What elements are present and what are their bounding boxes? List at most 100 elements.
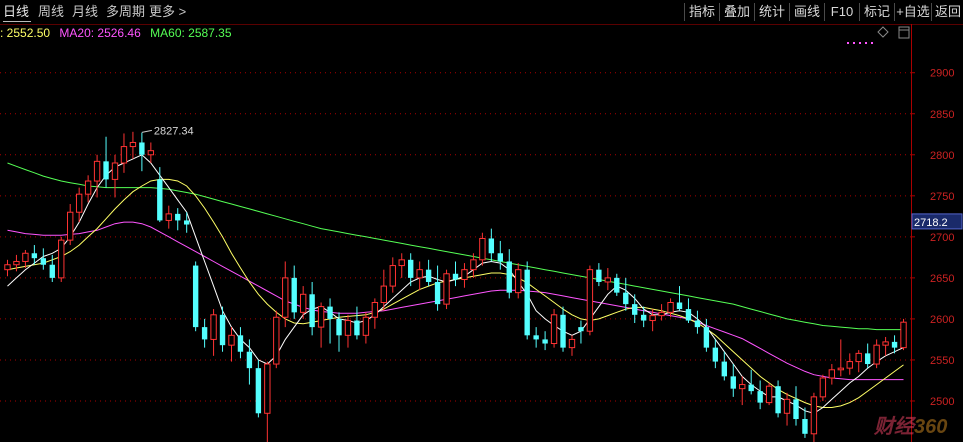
candle-body bbox=[765, 385, 773, 404]
candle bbox=[864, 343, 871, 369]
y-tick-label: 2700 bbox=[930, 232, 954, 244]
candle bbox=[228, 327, 235, 362]
candle bbox=[506, 249, 512, 299]
candle bbox=[434, 265, 441, 311]
candle bbox=[568, 335, 576, 356]
candle-body bbox=[389, 265, 396, 287]
candle bbox=[201, 318, 208, 348]
candle bbox=[317, 302, 325, 348]
candle-body bbox=[568, 338, 576, 349]
candle bbox=[129, 131, 137, 159]
candle-body bbox=[470, 259, 477, 271]
candle-body bbox=[111, 162, 119, 180]
candle-body bbox=[22, 252, 29, 262]
y-axis: 2500 2550 2600 2650 2700 2750 2800 2850 2900 2718… bbox=[911, 24, 963, 442]
candle-body bbox=[192, 265, 199, 328]
watermark-logo: 财经360 bbox=[874, 410, 947, 439]
candle-body bbox=[443, 273, 450, 305]
candlestick-chart[interactable]: 2827.342440.91 2500255026002650270027502… bbox=[0, 0, 963, 442]
candle bbox=[703, 318, 710, 352]
y-tick-label: 2650 bbox=[930, 273, 954, 285]
candle bbox=[676, 286, 683, 311]
candle-body bbox=[712, 347, 719, 362]
candle-body bbox=[855, 352, 862, 363]
candle-body bbox=[596, 269, 602, 282]
candle-body bbox=[793, 399, 799, 420]
candle bbox=[775, 380, 781, 418]
candle-body bbox=[757, 391, 763, 403]
ma20-line bbox=[7, 221, 904, 381]
candle-body bbox=[264, 363, 271, 414]
candle-body bbox=[461, 269, 468, 281]
candle bbox=[237, 327, 244, 359]
candle-body bbox=[219, 314, 226, 346]
candle-body bbox=[604, 277, 612, 283]
candle bbox=[416, 261, 423, 291]
candle bbox=[685, 298, 692, 324]
candle bbox=[721, 351, 727, 381]
candle bbox=[748, 369, 754, 395]
candle-body bbox=[398, 259, 405, 267]
candle bbox=[309, 281, 315, 336]
annotation-label: 2827.34 bbox=[154, 125, 194, 137]
candle bbox=[273, 310, 280, 369]
candle bbox=[560, 306, 566, 352]
y-tick-label: 2900 bbox=[930, 68, 954, 80]
candle bbox=[497, 240, 503, 270]
candle-body bbox=[452, 273, 459, 280]
candle-body bbox=[497, 253, 503, 262]
candle bbox=[389, 257, 396, 293]
window-icon bbox=[898, 26, 910, 39]
candle bbox=[542, 331, 548, 351]
candle-body bbox=[864, 353, 871, 365]
candle-body bbox=[694, 320, 701, 328]
candle bbox=[604, 268, 612, 291]
candle bbox=[75, 187, 83, 223]
candle bbox=[354, 306, 360, 340]
candle bbox=[524, 261, 530, 340]
candle-body bbox=[828, 369, 836, 379]
marker-dot bbox=[865, 42, 867, 44]
candle bbox=[828, 364, 836, 385]
candle bbox=[614, 273, 620, 296]
candle bbox=[120, 133, 128, 173]
candle-body bbox=[586, 269, 594, 332]
marker-dot bbox=[871, 42, 873, 44]
candle-body bbox=[157, 179, 163, 221]
candle-body bbox=[721, 361, 727, 377]
candle-body bbox=[649, 315, 656, 322]
candle-body bbox=[255, 368, 262, 414]
candle-body bbox=[84, 180, 92, 195]
candle bbox=[640, 306, 647, 328]
candle bbox=[84, 175, 92, 203]
candle-body bbox=[703, 327, 710, 348]
candle-body bbox=[515, 269, 522, 294]
candle-body bbox=[506, 261, 512, 293]
marker-dot bbox=[853, 42, 855, 44]
candle-body bbox=[93, 160, 101, 182]
candle bbox=[147, 142, 155, 163]
candle-body bbox=[299, 293, 307, 313]
y-tick-label: 2850 bbox=[930, 109, 954, 121]
ma10-line bbox=[7, 178, 904, 408]
candle-body bbox=[560, 314, 566, 348]
candle-body bbox=[273, 316, 280, 365]
y-tick-label: 2600 bbox=[930, 314, 954, 326]
candle bbox=[488, 228, 495, 262]
candle bbox=[165, 205, 172, 229]
candle-body bbox=[775, 386, 781, 414]
candle bbox=[810, 392, 818, 442]
candle bbox=[425, 259, 432, 287]
candle-body bbox=[75, 193, 83, 213]
candle-body bbox=[120, 146, 128, 164]
candle-body bbox=[891, 341, 898, 348]
current-price-label: 2718.2 bbox=[914, 217, 948, 229]
candle-body bbox=[408, 259, 414, 278]
candle-body bbox=[578, 327, 584, 332]
candle-body bbox=[739, 384, 746, 390]
watermark-text: 财经 bbox=[874, 416, 914, 438]
candle-body bbox=[542, 339, 548, 344]
candle bbox=[4, 259, 11, 277]
candle bbox=[586, 265, 594, 336]
candle-body bbox=[4, 264, 11, 271]
